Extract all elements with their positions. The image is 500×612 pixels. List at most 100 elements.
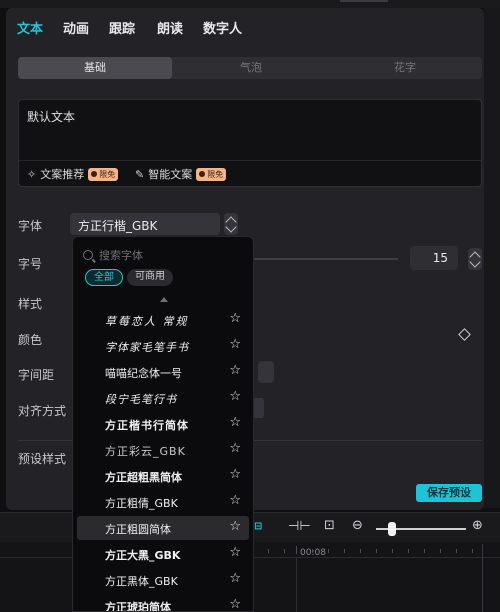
subtab-fancy-text[interactable]: 花字 xyxy=(330,57,480,79)
snap-toggle-icon[interactable]: ⊟ xyxy=(254,521,262,532)
font-list-item[interactable]: 方正彩云_GBK ☆ xyxy=(77,438,249,462)
font-list-item[interactable]: 方正超粗黑简体 ☆ xyxy=(77,464,249,488)
ruler-tick xyxy=(456,549,457,553)
free-badge-label: 限免 xyxy=(99,169,116,179)
star-icon[interactable]: ☆ xyxy=(229,493,241,508)
tab-animation[interactable]: 动画 xyxy=(63,18,89,37)
star-icon[interactable]: ☆ xyxy=(229,363,241,378)
align-label: 对齐方式 xyxy=(18,404,67,418)
font-list-item[interactable]: 方正琥珀简体 ☆ xyxy=(77,594,249,612)
font-size-input[interactable]: 15 xyxy=(410,246,458,270)
split-icon[interactable]: ⊣⊢ xyxy=(288,519,311,534)
magic-wand-icon: ✎ xyxy=(135,167,145,181)
zoom-slider-knob[interactable] xyxy=(388,522,396,536)
font-item-name: 方正粗倩_GBK xyxy=(105,497,178,510)
font-list-item[interactable]: 方正大黑_GBK ☆ xyxy=(77,542,249,566)
free-badge-label: 限免 xyxy=(207,169,224,179)
tab-tracking[interactable]: 跟踪 xyxy=(109,18,135,37)
font-list-item[interactable]: 方正粗倩_GBK ☆ xyxy=(77,490,249,514)
preset-label: 预设样式 xyxy=(18,452,67,466)
copy-recommend-label: 文案推荐 xyxy=(40,168,85,181)
copy-recommend-button[interactable]: ✧ 文案推荐 限免 xyxy=(27,166,119,182)
font-item-name: 方正楷书行简体 xyxy=(105,419,189,432)
filter-chip-commercial[interactable]: 可商用 xyxy=(127,269,173,286)
font-size-value: 15 xyxy=(432,251,448,265)
font-item-name: 方正彩云_GBK xyxy=(105,445,186,458)
style-label: 样式 xyxy=(18,297,43,311)
font-search-placeholder: 搜索字体 xyxy=(99,249,143,262)
star-icon[interactable]: ☆ xyxy=(229,519,241,534)
ruler-tick xyxy=(376,549,377,553)
subtab-bubble[interactable]: 气泡 xyxy=(176,57,326,79)
right-edge-panel xyxy=(484,8,500,508)
free-badge: 限免 xyxy=(196,167,227,181)
font-select[interactable]: 方正行楷_GBK xyxy=(70,213,220,235)
ruler-tick xyxy=(440,549,441,553)
ruler-tick xyxy=(268,549,269,553)
sparkle-icon: ✧ xyxy=(27,167,37,181)
font-size-slider[interactable] xyxy=(248,258,398,260)
star-icon[interactable]: ☆ xyxy=(229,441,241,456)
spacing-label: 字间距 xyxy=(18,368,55,382)
smart-copy-button[interactable]: ✎ 智能文案 限免 xyxy=(135,166,227,182)
ruler-tick xyxy=(328,549,329,553)
star-icon[interactable]: ☆ xyxy=(229,389,241,404)
star-icon[interactable]: ☆ xyxy=(229,415,241,430)
clock-icon xyxy=(199,171,206,177)
free-badge: 限免 xyxy=(88,167,119,181)
zoom-out-icon[interactable]: ⊖ xyxy=(352,518,363,533)
font-item-name: 方正超粗黑简体 xyxy=(105,471,182,484)
font-stepper[interactable] xyxy=(224,213,238,235)
ruler-tick xyxy=(472,549,473,553)
star-icon[interactable]: ☆ xyxy=(229,597,241,611)
timeline-time-label: 00:08 xyxy=(300,548,326,558)
star-icon[interactable]: ☆ xyxy=(229,571,241,586)
font-item-name: 喵喵纪念体一号 xyxy=(105,367,182,380)
star-icon[interactable]: ☆ xyxy=(229,467,241,482)
zoom-in-icon[interactable]: ⊕ xyxy=(472,518,483,533)
font-item-name: 方正大黑_GBK xyxy=(105,549,181,562)
ruler-tick xyxy=(392,549,393,553)
font-list-item[interactable]: 方正黑体_GBK ☆ xyxy=(77,568,249,592)
font-item-name: 方正琥珀简体 xyxy=(105,601,171,612)
text-content-input[interactable]: 默认文本 ✧ 文案推荐 限免 ✎ 智能文案 限免 xyxy=(18,99,482,187)
smart-copy-label: 智能文案 xyxy=(148,168,193,181)
font-item-name: 方正粗圆简体 xyxy=(105,523,171,536)
timeline-gridline xyxy=(482,544,483,612)
size-label: 字号 xyxy=(18,257,43,271)
font-size-stepper[interactable] xyxy=(468,248,482,270)
font-select-value: 方正行楷_GBK xyxy=(78,219,158,233)
font-list-item[interactable]: 字体家毛笔手书 ☆ xyxy=(77,334,249,358)
main-tabs: 文本 动画 跟踪 朗读 数字人 xyxy=(6,8,484,48)
timeline-gridline xyxy=(296,558,297,612)
font-list-item-hovered[interactable]: 方正粗圆简体 ☆ xyxy=(77,516,249,540)
spacing-stepper[interactable] xyxy=(258,361,274,383)
filter-chip-all[interactable]: 全部 xyxy=(85,269,123,286)
font-item-name: 方正黑体_GBK xyxy=(105,575,178,588)
star-icon[interactable]: ☆ xyxy=(229,545,241,560)
textbox-divider xyxy=(19,160,481,161)
ruler-tick xyxy=(284,549,285,553)
star-icon[interactable]: ☆ xyxy=(229,311,241,326)
tab-text[interactable]: 文本 xyxy=(17,18,43,37)
font-item-name: 字体家毛笔手书 xyxy=(105,341,189,354)
ruler-tick xyxy=(344,549,345,553)
ruler-tick xyxy=(360,549,361,553)
scroll-up-arrow-icon[interactable] xyxy=(160,297,168,302)
search-icon xyxy=(83,250,93,260)
save-preset-button[interactable]: 保存预设 xyxy=(416,484,482,502)
ruler-tick xyxy=(296,546,297,554)
preview-icon[interactable]: ⊡ xyxy=(324,518,335,533)
tab-digital-human[interactable]: 数字人 xyxy=(203,18,242,37)
sub-tabs: 基础 气泡 花字 xyxy=(18,57,482,79)
font-list-item[interactable]: 方正楷书行简体 ☆ xyxy=(77,412,249,436)
font-list-item[interactable]: 草莓恋人 常规 ☆ xyxy=(77,308,249,332)
tab-read-aloud[interactable]: 朗读 xyxy=(157,18,183,37)
text-content-value: 默认文本 xyxy=(27,110,76,124)
subtab-basic[interactable]: 基础 xyxy=(18,57,172,79)
font-list-item[interactable]: 喵喵纪念体一号 ☆ xyxy=(77,360,249,384)
star-icon[interactable]: ☆ xyxy=(229,337,241,352)
font-search-input[interactable]: 搜索字体 xyxy=(83,247,143,263)
clock-icon xyxy=(91,171,98,177)
font-list-item[interactable]: 段宁毛笔行书 ☆ xyxy=(77,386,249,410)
